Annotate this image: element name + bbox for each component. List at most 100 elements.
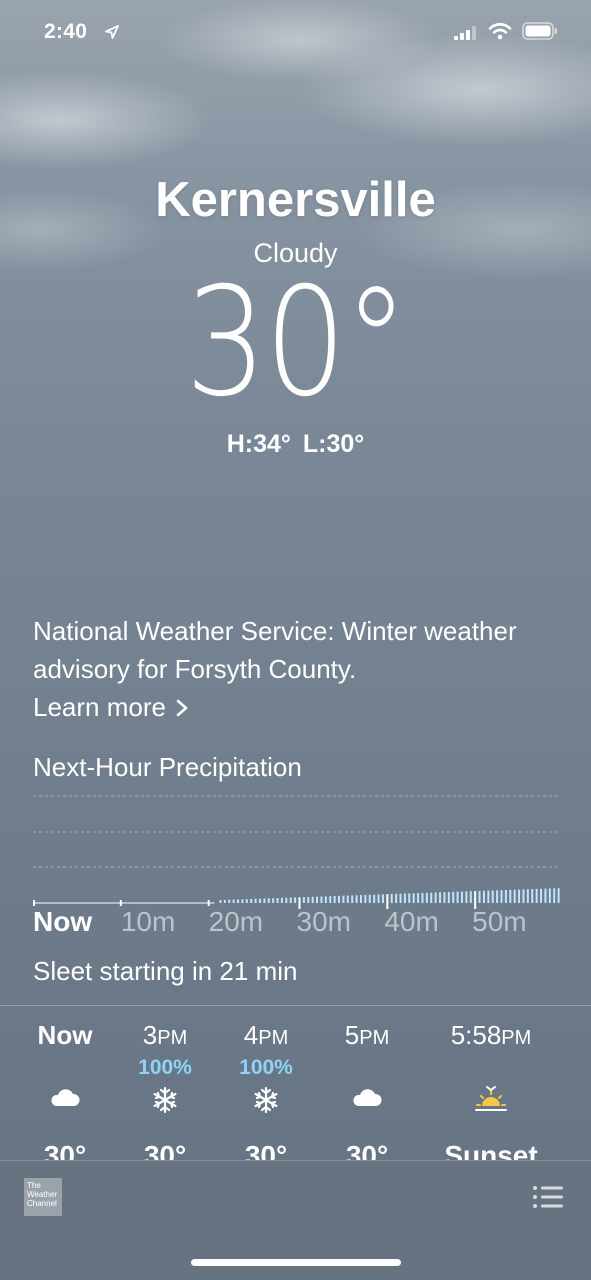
precipitation-summary: Sleet starting in 21 min [33,956,297,987]
precip-bar [303,897,305,903]
weather-channel-logo[interactable]: The Weather Channel [24,1178,62,1216]
current-temperature: 30° [0,268,591,418]
precip-bar [347,896,349,903]
precip-bar [290,898,292,903]
weather-channel-logo-text: The Weather Channel [27,1181,57,1208]
precip-bar [544,889,546,903]
battery-icon [522,22,558,40]
precip-bar [443,892,445,903]
current-temperature-value: 30° [185,268,406,418]
precip-bar [277,898,279,903]
hourly-time-value: 4 [244,1020,258,1050]
precip-bar [439,892,441,903]
precip-bar [263,898,265,903]
hourly-time: 6 [538,1020,591,1056]
precip-bar [448,892,450,903]
precip-bar [487,891,489,903]
precip-bar [246,899,248,903]
precip-bar [241,899,243,903]
precip-bar [540,889,542,903]
precip-label-50m: 50m [472,906,526,938]
precip-bar [461,892,463,903]
precip-label-30m: 30m [297,906,351,938]
divider [0,1005,591,1006]
precip-bar [505,890,507,903]
precip-bar [553,888,555,903]
precip-bar [219,900,221,903]
hourly-time-suffix: PM [359,1027,389,1049]
precip-bar [558,888,560,903]
precip-label-40m: 40m [384,906,438,938]
precipitation-time-axis: Now10m20m30m40m50m [33,906,560,942]
precip-bar [294,897,296,903]
precip-bar [430,893,432,903]
wifi-icon [488,22,512,40]
precip-bar [395,894,397,903]
weather-alert[interactable]: National Weather Service: Winter weather… [33,612,563,726]
precip-bar [514,890,516,903]
hourly-temperature: 3 [538,1140,591,1160]
hourly-precip-chance [538,1056,591,1082]
precipitation-title: Next-Hour Precipitation [33,752,302,783]
precip-bar [426,893,428,903]
precip-bar [522,889,524,903]
precip-bar [351,895,353,903]
precip-bar [400,894,402,903]
precip-bar [404,894,406,903]
city-name: Kernersville [0,172,591,228]
precip-bar [549,888,551,903]
precip-bar [320,896,322,903]
precip-bar [237,899,239,903]
precip-bar [338,896,340,903]
precip-bar [435,892,437,903]
precip-bar [233,900,235,903]
precip-bar [316,897,318,903]
precip-bar [457,892,459,903]
hourly-forecast[interactable]: Now30°3PM100%30°4PM100%30°5PM30°5:58PMSu… [0,1020,591,1160]
learn-more-link[interactable]: Learn more [33,688,563,726]
precip-bar [285,898,287,903]
precip-bar [312,897,314,903]
precip-bar [228,900,230,903]
precip-bar [536,889,538,903]
precip-bar [479,891,481,903]
high-low: H:34°L:30° [0,430,591,459]
hourly-time: 5PM [307,1020,427,1056]
precip-bar [356,895,358,903]
hourly-time-suffix: PM [157,1027,187,1049]
precip-bar [369,895,371,903]
status-bar: 2:40 [0,18,591,48]
hourly-temperature: Sunset [431,1140,551,1160]
precip-bar [465,891,467,903]
hourly-time-suffix: PM [501,1027,531,1049]
city-list-icon[interactable] [532,1185,564,1209]
precip-bar [417,893,419,903]
precip-bar [268,898,270,903]
alert-text: National Weather Service: Winter weather… [33,616,517,684]
precip-label-20m: 20m [209,906,263,938]
precipitation-chart [33,790,560,910]
precip-bar [470,891,472,903]
precip-bar [509,890,511,903]
precip-bar [259,899,261,903]
cellular-signal-icon [454,26,476,40]
precip-bar [373,895,375,903]
precip-label-10m: 10m [121,906,175,938]
chevron-right-icon [176,699,188,717]
precip-bar [527,889,529,903]
precip-bar [329,896,331,903]
precip-bar [518,890,520,903]
precip-bar [325,896,327,903]
hourly-precip-chance [307,1056,427,1082]
precip-bar [382,894,384,903]
hourly-time-value: 3 [143,1020,157,1050]
high-temp: H:34° [227,430,291,458]
hourly-time: 5:58PM [431,1020,551,1056]
hourly-item: 5PM 30° [307,1020,427,1160]
precip-bar [421,893,423,903]
home-indicator[interactable] [191,1259,401,1266]
hourly-item: 63 [538,1020,591,1160]
hourly-time-value: Now [38,1020,93,1050]
hourly-temperature: 30° [307,1140,427,1160]
precip-bar [531,889,533,903]
